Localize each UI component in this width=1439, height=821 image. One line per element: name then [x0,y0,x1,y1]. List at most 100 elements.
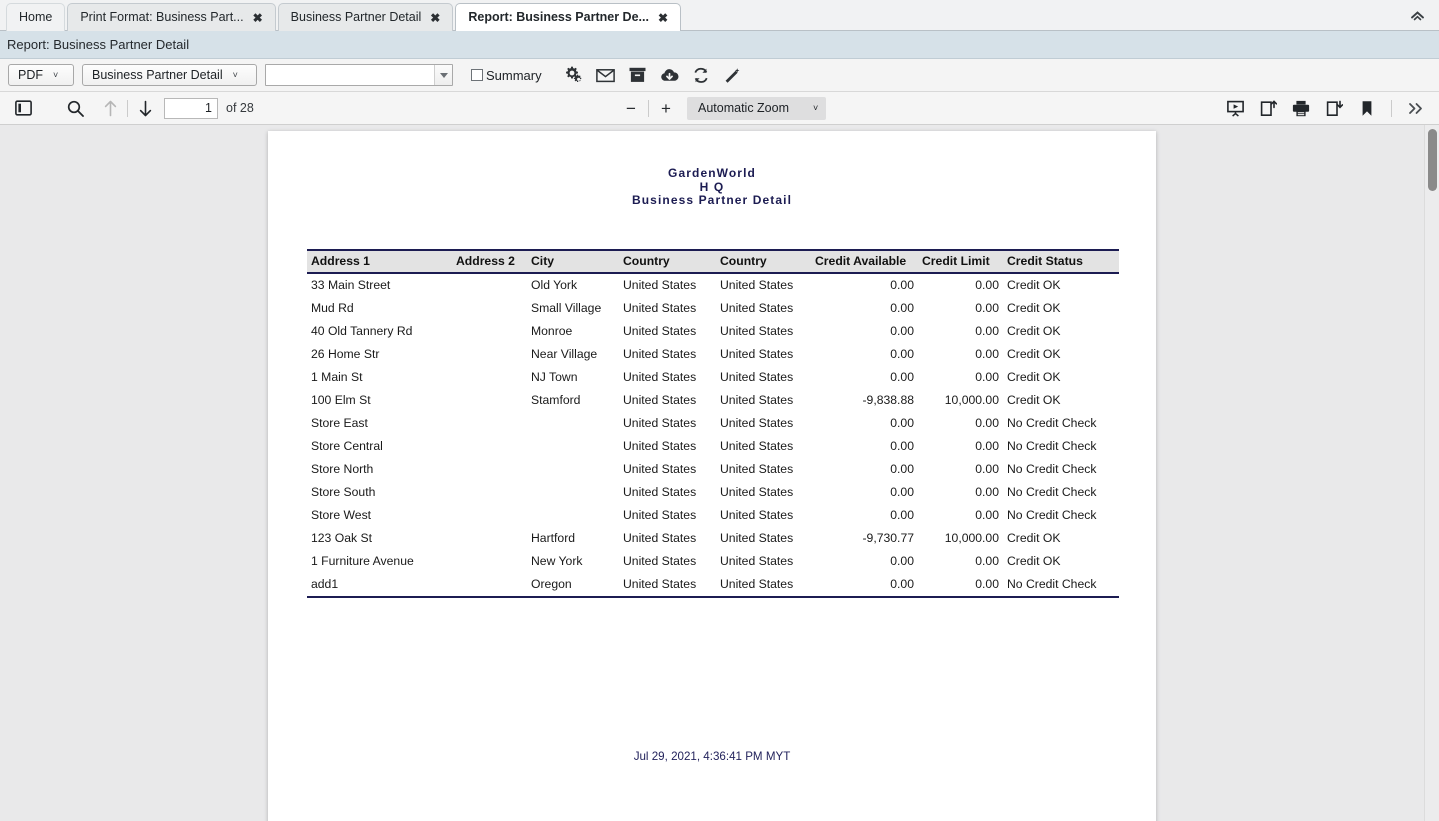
cell-address2 [452,320,527,343]
cell-country1: United States [619,481,716,504]
report-heading: GardenWorld H Q Business Partner Detail [268,167,1156,208]
report-toolbar: PDF ˅ Business Partner Detail ˅ Summary [0,59,1439,92]
zoom-in-button[interactable]: + [655,97,677,119]
export-format-select[interactable]: PDF ˅ [8,64,74,86]
scrollbar-thumb[interactable] [1428,129,1437,191]
cell-address2 [452,458,527,481]
cell-city: Stamford [527,389,619,412]
cell-address2 [452,527,527,550]
tab-report-business-partner-detail[interactable]: Report: Business Partner De... ✖ [455,3,681,31]
open-file-icon[interactable] [1255,96,1281,120]
cell-country1: United States [619,458,716,481]
zoom-out-button[interactable]: − [620,97,642,119]
cell-address2 [452,550,527,573]
cell-credit_status: No Credit Check [1003,504,1119,527]
table-row: 33 Main StreetOld YorkUnited StatesUnite… [307,273,1119,297]
tab-close-icon[interactable]: ✖ [253,12,263,24]
cell-credit_available: -9,838.88 [811,389,918,412]
tab-bar: Home Print Format: Business Part... ✖ Bu… [0,0,1439,31]
cell-country1: United States [619,412,716,435]
cell-city: Old York [527,273,619,297]
cell-city [527,504,619,527]
table-row: add1OregonUnited StatesUnited States0.00… [307,573,1119,597]
table-header: Address 1 Address 2 City Country Country… [307,250,1119,273]
tab-business-partner-detail[interactable]: Business Partner Detail ✖ [278,3,454,31]
cell-credit_status: Credit OK [1003,297,1119,320]
vertical-scrollbar[interactable] [1424,125,1439,821]
chevron-double-right-icon[interactable] [1403,96,1429,120]
cell-country2: United States [716,527,811,550]
report-page: GardenWorld H Q Business Partner Detail … [268,131,1156,821]
refresh-icon[interactable] [692,66,711,85]
tab-print-format[interactable]: Print Format: Business Part... ✖ [67,3,275,31]
print-icon[interactable] [1288,96,1314,120]
zoom-level-select[interactable]: Automatic Zoom ˅ [687,97,826,120]
save-file-icon[interactable] [1321,96,1347,120]
cell-credit_available: 0.00 [811,273,918,297]
cell-country2: United States [716,504,811,527]
cell-credit_available: 0.00 [811,550,918,573]
cell-address1: 26 Home Str [307,343,452,366]
cell-country1: United States [619,527,716,550]
table-row: Store WestUnited StatesUnited States0.00… [307,504,1119,527]
cell-address2 [452,389,527,412]
tab-home[interactable]: Home [6,3,65,31]
pdf-viewer-canvas[interactable]: GardenWorld H Q Business Partner Detail … [0,125,1439,821]
table-body: 33 Main StreetOld YorkUnited StatesUnite… [307,273,1119,597]
sidebar-toggle-icon[interactable] [10,96,36,120]
page-number-input[interactable] [164,98,218,119]
cell-credit_available: 0.00 [811,435,918,458]
window-title-bar: Report: Business Partner Detail [0,31,1439,59]
search-icon[interactable] [62,96,88,120]
column-header-address1: Address 1 [307,250,452,273]
column-header-credit-limit: Credit Limit [918,250,1003,273]
tab-close-icon[interactable]: ✖ [658,12,668,24]
cell-city: NJ Town [527,366,619,389]
collapse-chevron-up-icon[interactable] [1405,5,1429,25]
report-filter-combo[interactable] [265,64,453,86]
cloud-download-icon[interactable] [660,66,679,85]
combo-dropdown-button[interactable] [434,65,452,85]
cell-credit_status: No Credit Check [1003,458,1119,481]
envelope-icon[interactable] [596,66,615,85]
previous-page-arrow-up-icon[interactable] [97,96,123,120]
tab-label: Home [19,11,52,24]
cell-credit_available: 0.00 [811,412,918,435]
zoom-controls: − + Automatic Zoom ˅ [620,97,826,120]
summary-checkbox[interactable]: Summary [471,68,542,83]
checkbox-box-icon[interactable] [471,69,483,81]
bookmark-icon[interactable] [1354,96,1380,120]
cell-country1: United States [619,273,716,297]
cell-credit_status: No Credit Check [1003,481,1119,504]
cell-credit_limit: 0.00 [918,504,1003,527]
gears-icon[interactable] [564,66,583,85]
tab-close-icon[interactable]: ✖ [430,12,440,24]
cell-country1: United States [619,343,716,366]
cell-address1: Store Central [307,435,452,458]
report-heading-line-2: H Q [268,181,1156,195]
cell-address1: 33 Main Street [307,273,452,297]
cell-credit_status: Credit OK [1003,343,1119,366]
presentation-mode-icon[interactable] [1222,96,1248,120]
cell-country2: United States [716,343,811,366]
magic-wand-icon[interactable] [724,66,743,85]
cell-credit_limit: 0.00 [918,273,1003,297]
cell-credit_limit: 0.00 [918,297,1003,320]
cell-credit_available: 0.00 [811,297,918,320]
archive-icon[interactable] [628,66,647,85]
cell-credit_limit: 0.00 [918,550,1003,573]
table-row: 123 Oak StHartfordUnited StatesUnited St… [307,527,1119,550]
cell-address2 [452,481,527,504]
tab-label: Business Partner Detail [291,11,422,24]
cell-address2 [452,297,527,320]
cell-credit_limit: 0.00 [918,343,1003,366]
column-header-credit-status: Credit Status [1003,250,1119,273]
print-format-select[interactable]: Business Partner Detail ˅ [82,64,257,86]
pdf-toolbar-right-icons [1222,96,1429,120]
tab-label: Report: Business Partner De... [468,11,649,24]
cell-city: Monroe [527,320,619,343]
next-page-arrow-down-icon[interactable] [132,96,158,120]
report-filter-input[interactable] [266,65,434,85]
cell-credit_status: Credit OK [1003,389,1119,412]
cell-address1: Store East [307,412,452,435]
